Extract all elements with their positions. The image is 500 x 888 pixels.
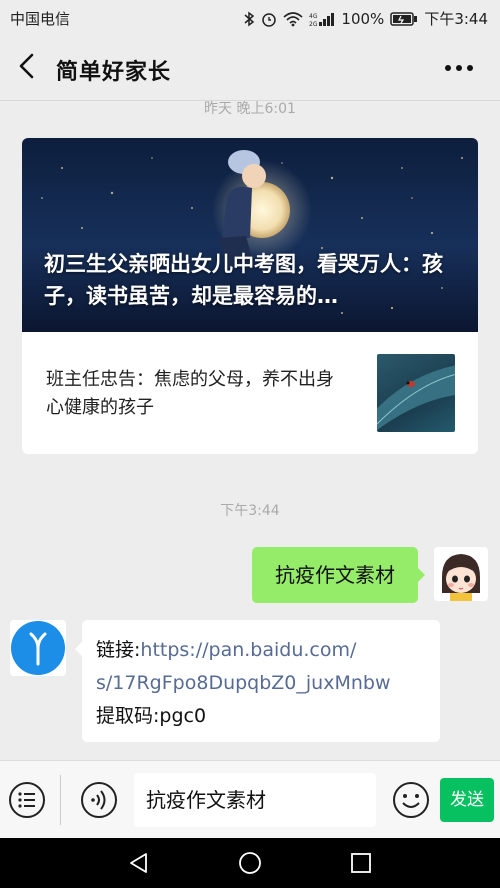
chat-header: 简单好家长 [0,34,500,101]
contact-avatar[interactable] [10,620,66,676]
link-line-1: 链接:https://pan.baidu.com/ [96,634,440,667]
svg-text:2G: 2G [309,21,318,27]
menu-list-icon[interactable] [8,781,46,819]
nav-back-icon[interactable] [128,852,150,874]
battery-icon [390,11,418,26]
share-link-part-1[interactable]: https://pan.baidu.com/ [140,639,356,661]
timestamp-today: 下午3:44 [220,503,280,519]
article-hero-image[interactable]: 初三生父亲晒出女儿中考图，看哭万人：孩子，读书虽苦，却是最容易的… [22,138,478,332]
input-bar: 抗疫作文素材 发送 [0,760,500,839]
status-bar: 中国电信 4G 2G 100% 下午3:44 [0,0,500,34]
back-arrow-icon[interactable] [14,52,42,80]
wifi-icon [283,11,303,26]
bluetooth-icon [244,11,255,26]
timestamp-yesterday: 昨天 晚上6:01 [204,101,296,117]
nav-home-icon[interactable] [238,851,262,875]
received-message-bubble[interactable]: 链接:https://pan.baidu.com/ s/17RgFpo8Dupq… [75,620,440,742]
battery-percent: 100% [341,9,385,28]
cartoon-girl-avatar [434,547,488,601]
article-card[interactable]: 初三生父亲晒出女儿中考图，看哭万人：孩子，读书虽苦，却是最容易的… 班主任忠告：… [22,138,478,454]
voice-input-icon[interactable] [80,781,118,819]
link-label: 链接: [96,639,141,661]
status-icons: 4G 2G 100% 下午3:44 [243,8,488,29]
user-avatar[interactable] [434,547,488,601]
system-nav-bar [0,838,500,888]
article-main-title[interactable]: 初三生父亲晒出女儿中考图，看哭万人：孩子，读书虽苦，却是最容易的… [44,248,464,312]
status-time: 下午3:44 [424,10,488,28]
alarm-icon [262,12,277,27]
article-thumbnail[interactable] [377,354,455,432]
sent-message-bubble[interactable]: 抗疫作文素材 [252,547,425,603]
more-options-icon[interactable] [444,64,474,72]
article-sub-title[interactable]: 班主任忠告：焦虑的父母，养不出身心健康的孩子 [46,366,346,422]
svg-text:4G: 4G [309,13,318,20]
share-link-part-2[interactable]: s/17RgFpo8DupqbZ0_juxMnbw [96,667,440,700]
send-button[interactable]: 发送 [440,778,494,822]
carrier-label: 中国电信 [10,10,71,28]
emoji-icon[interactable] [392,781,430,819]
signal-icon: 4G2G [309,12,335,27]
leaf-ladybug-image [377,365,455,431]
input-divider [60,775,61,825]
nav-recents-icon[interactable] [350,852,372,874]
chat-title: 简单好家长 [56,60,172,85]
contact-logo-icon [10,620,66,676]
message-input[interactable]: 抗疫作文素材 [134,773,376,827]
extract-code: 提取码:pgc0 [96,705,207,727]
